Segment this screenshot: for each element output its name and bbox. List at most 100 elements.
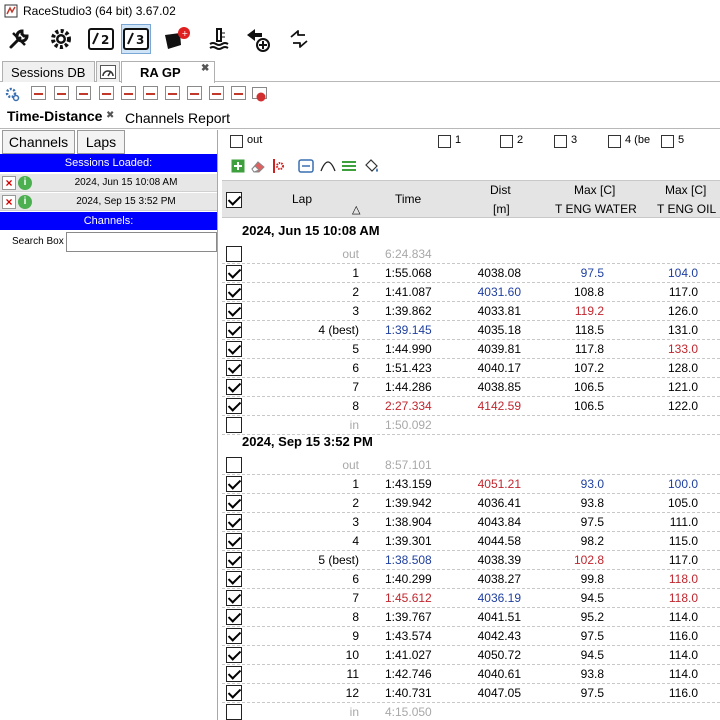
tab-channels-report[interactable]: Channels Report <box>125 110 230 126</box>
lap-checkbox[interactable] <box>226 457 242 473</box>
lap-row[interactable]: 8 2:27.334 4142.59 106.5 122.0 <box>222 397 720 416</box>
lap-row[interactable]: 4 (best) 1:39.145 4035.18 118.5 131.0 <box>222 321 720 340</box>
table-report-icon[interactable] <box>187 86 202 100</box>
lap-checkbox[interactable] <box>226 552 242 568</box>
lap-checkbox[interactable] <box>226 322 242 338</box>
transfer-icon[interactable] <box>284 24 314 54</box>
lines-icon[interactable] <box>341 158 357 174</box>
lap-checkbox[interactable] <box>226 609 242 625</box>
header-lap[interactable]: Lap <box>292 192 312 206</box>
lap-checkbox[interactable] <box>226 246 242 262</box>
lap-checkbox[interactable] <box>226 514 242 530</box>
lap-checkbox[interactable] <box>226 704 242 720</box>
lap-row[interactable]: 7 1:45.612 4036.19 94.5 118.0 <box>222 589 720 608</box>
channels-button[interactable]: Channels <box>2 130 75 154</box>
paint-bucket-icon[interactable] <box>363 158 379 174</box>
add-device-icon[interactable] <box>243 24 273 54</box>
lap-row[interactable]: 10 1:41.027 4050.72 94.5 114.0 <box>222 646 720 665</box>
lap-row[interactable]: 7 1:44.286 4038.85 106.5 121.0 <box>222 378 720 397</box>
session-row[interactable]: × i 2024, Sep 15 3:52 PM <box>0 193 217 211</box>
sort-ascending-icon[interactable]: △ <box>352 203 360 216</box>
lap-checkbox[interactable] <box>226 666 242 682</box>
lap-row[interactable]: 2 1:39.942 4036.41 93.8 105.0 <box>222 494 720 513</box>
header-dist[interactable]: Dist <box>490 183 511 197</box>
lap-row[interactable]: 5 (best) 1:38.508 4038.39 102.8 117.0 <box>222 551 720 570</box>
track-map-icon[interactable] <box>76 86 91 100</box>
remove-session-icon[interactable]: × <box>2 194 16 209</box>
time-distance-chart-icon[interactable] <box>31 86 46 100</box>
curve-icon[interactable] <box>231 86 246 100</box>
lap-checkbox[interactable] <box>226 590 242 606</box>
header-oil-max[interactable]: Max [C] <box>665 183 706 197</box>
tab-time-distance[interactable]: Time-Distance <box>7 108 102 124</box>
gear-icon[interactable] <box>46 24 76 54</box>
lap-checkbox[interactable] <box>226 476 242 492</box>
split-icon[interactable] <box>270 158 286 174</box>
search-input[interactable] <box>66 232 217 252</box>
close-tab-icon[interactable]: ✖ <box>106 110 114 121</box>
grid-report-icon[interactable] <box>165 86 180 100</box>
filter-checkbox-4[interactable] <box>608 135 621 148</box>
eraser-icon[interactable] <box>250 158 266 174</box>
add-icon[interactable] <box>230 158 246 174</box>
window-icon[interactable] <box>298 158 314 174</box>
lap-row[interactable]: 4 1:39.301 4044.58 98.2 115.0 <box>222 532 720 551</box>
lap-row[interactable]: out 8:57.101 <box>222 456 720 475</box>
lap-checkbox[interactable] <box>226 628 242 644</box>
lap-row[interactable]: 2 1:41.087 4031.60 108.8 117.0 <box>222 283 720 302</box>
filter-checkbox-3[interactable] <box>554 135 567 148</box>
lap-checkbox[interactable] <box>226 417 242 433</box>
lap-row[interactable]: 12 1:40.731 4047.05 97.5 116.0 <box>222 684 720 703</box>
info-icon[interactable]: i <box>18 194 32 209</box>
curve-icon[interactable] <box>320 158 336 174</box>
lap-checkbox[interactable] <box>226 341 242 357</box>
filter-checkbox-1[interactable] <box>438 135 451 148</box>
lap-checkbox[interactable] <box>226 303 242 319</box>
temperature-icon[interactable] <box>204 24 234 54</box>
laps-button[interactable]: Laps <box>77 130 125 154</box>
lap-row[interactable]: 1 1:43.159 4051.21 93.0 100.0 <box>222 475 720 494</box>
lap-row[interactable]: out 6:24.834 <box>222 245 720 264</box>
scatter-chart-icon[interactable] <box>54 86 69 100</box>
lap-checkbox[interactable] <box>226 495 242 511</box>
session-row[interactable]: × i 2024, Jun 15 10:08 AM <box>0 174 217 192</box>
lap-checkbox[interactable] <box>226 284 242 300</box>
mychron2-icon[interactable]: 2 <box>86 24 116 54</box>
lap-checkbox[interactable] <box>226 533 242 549</box>
lap-row[interactable]: 3 1:39.862 4033.81 119.2 126.0 <box>222 302 720 321</box>
lap-checkbox[interactable] <box>226 379 242 395</box>
bar-chart-icon[interactable] <box>121 86 136 100</box>
record-icon[interactable] <box>252 87 267 102</box>
lap-checkbox[interactable] <box>226 647 242 663</box>
lap-checkbox[interactable] <box>226 571 242 587</box>
lap-row[interactable]: 8 1:39.767 4041.51 95.2 114.0 <box>222 608 720 627</box>
lap-row[interactable]: 9 1:43.574 4042.43 97.5 116.0 <box>222 627 720 646</box>
close-tab-icon[interactable]: ✖ <box>201 63 209 74</box>
lap-row[interactable]: 6 1:40.299 4038.27 99.8 118.0 <box>222 570 720 589</box>
lap-checkbox[interactable] <box>226 360 242 376</box>
filter-checkbox-out[interactable] <box>230 135 243 148</box>
lap-row[interactable]: 1 1:55.068 4038.08 97.5 104.0 <box>222 264 720 283</box>
lap-row[interactable]: 6 1:51.423 4040.17 107.2 128.0 <box>222 359 720 378</box>
lap-row[interactable]: 5 1:44.990 4039.81 117.8 133.0 <box>222 340 720 359</box>
calendar-icon[interactable] <box>143 86 158 100</box>
lap-row[interactable]: in 4:15.050 <box>222 703 720 720</box>
alert-device-icon[interactable]: + <box>162 24 192 54</box>
gauge-icon[interactable] <box>96 61 120 82</box>
tab-ra-gp[interactable]: RA GP ✖ <box>121 61 215 83</box>
lap-checkbox[interactable] <box>226 685 242 701</box>
filter-checkbox-5[interactable] <box>661 135 674 148</box>
lap-checkbox[interactable] <box>226 398 242 414</box>
lap-checkbox[interactable] <box>226 265 242 281</box>
select-all-checkbox[interactable] <box>226 192 242 208</box>
header-time[interactable]: Time <box>395 192 421 206</box>
info-icon[interactable]: i <box>18 175 32 190</box>
settings-gear-icon[interactable] <box>4 86 20 102</box>
lap-row[interactable]: 3 1:38.904 4043.84 97.5 111.0 <box>222 513 720 532</box>
header-water-max[interactable]: Max [C] <box>574 183 615 197</box>
lap-row[interactable]: in 1:50.092 <box>222 416 720 435</box>
remove-session-icon[interactable]: × <box>2 175 16 190</box>
filter-checkbox-2[interactable] <box>500 135 513 148</box>
mychron3-icon[interactable]: 3 <box>121 24 151 54</box>
measure-icon[interactable] <box>209 86 224 100</box>
